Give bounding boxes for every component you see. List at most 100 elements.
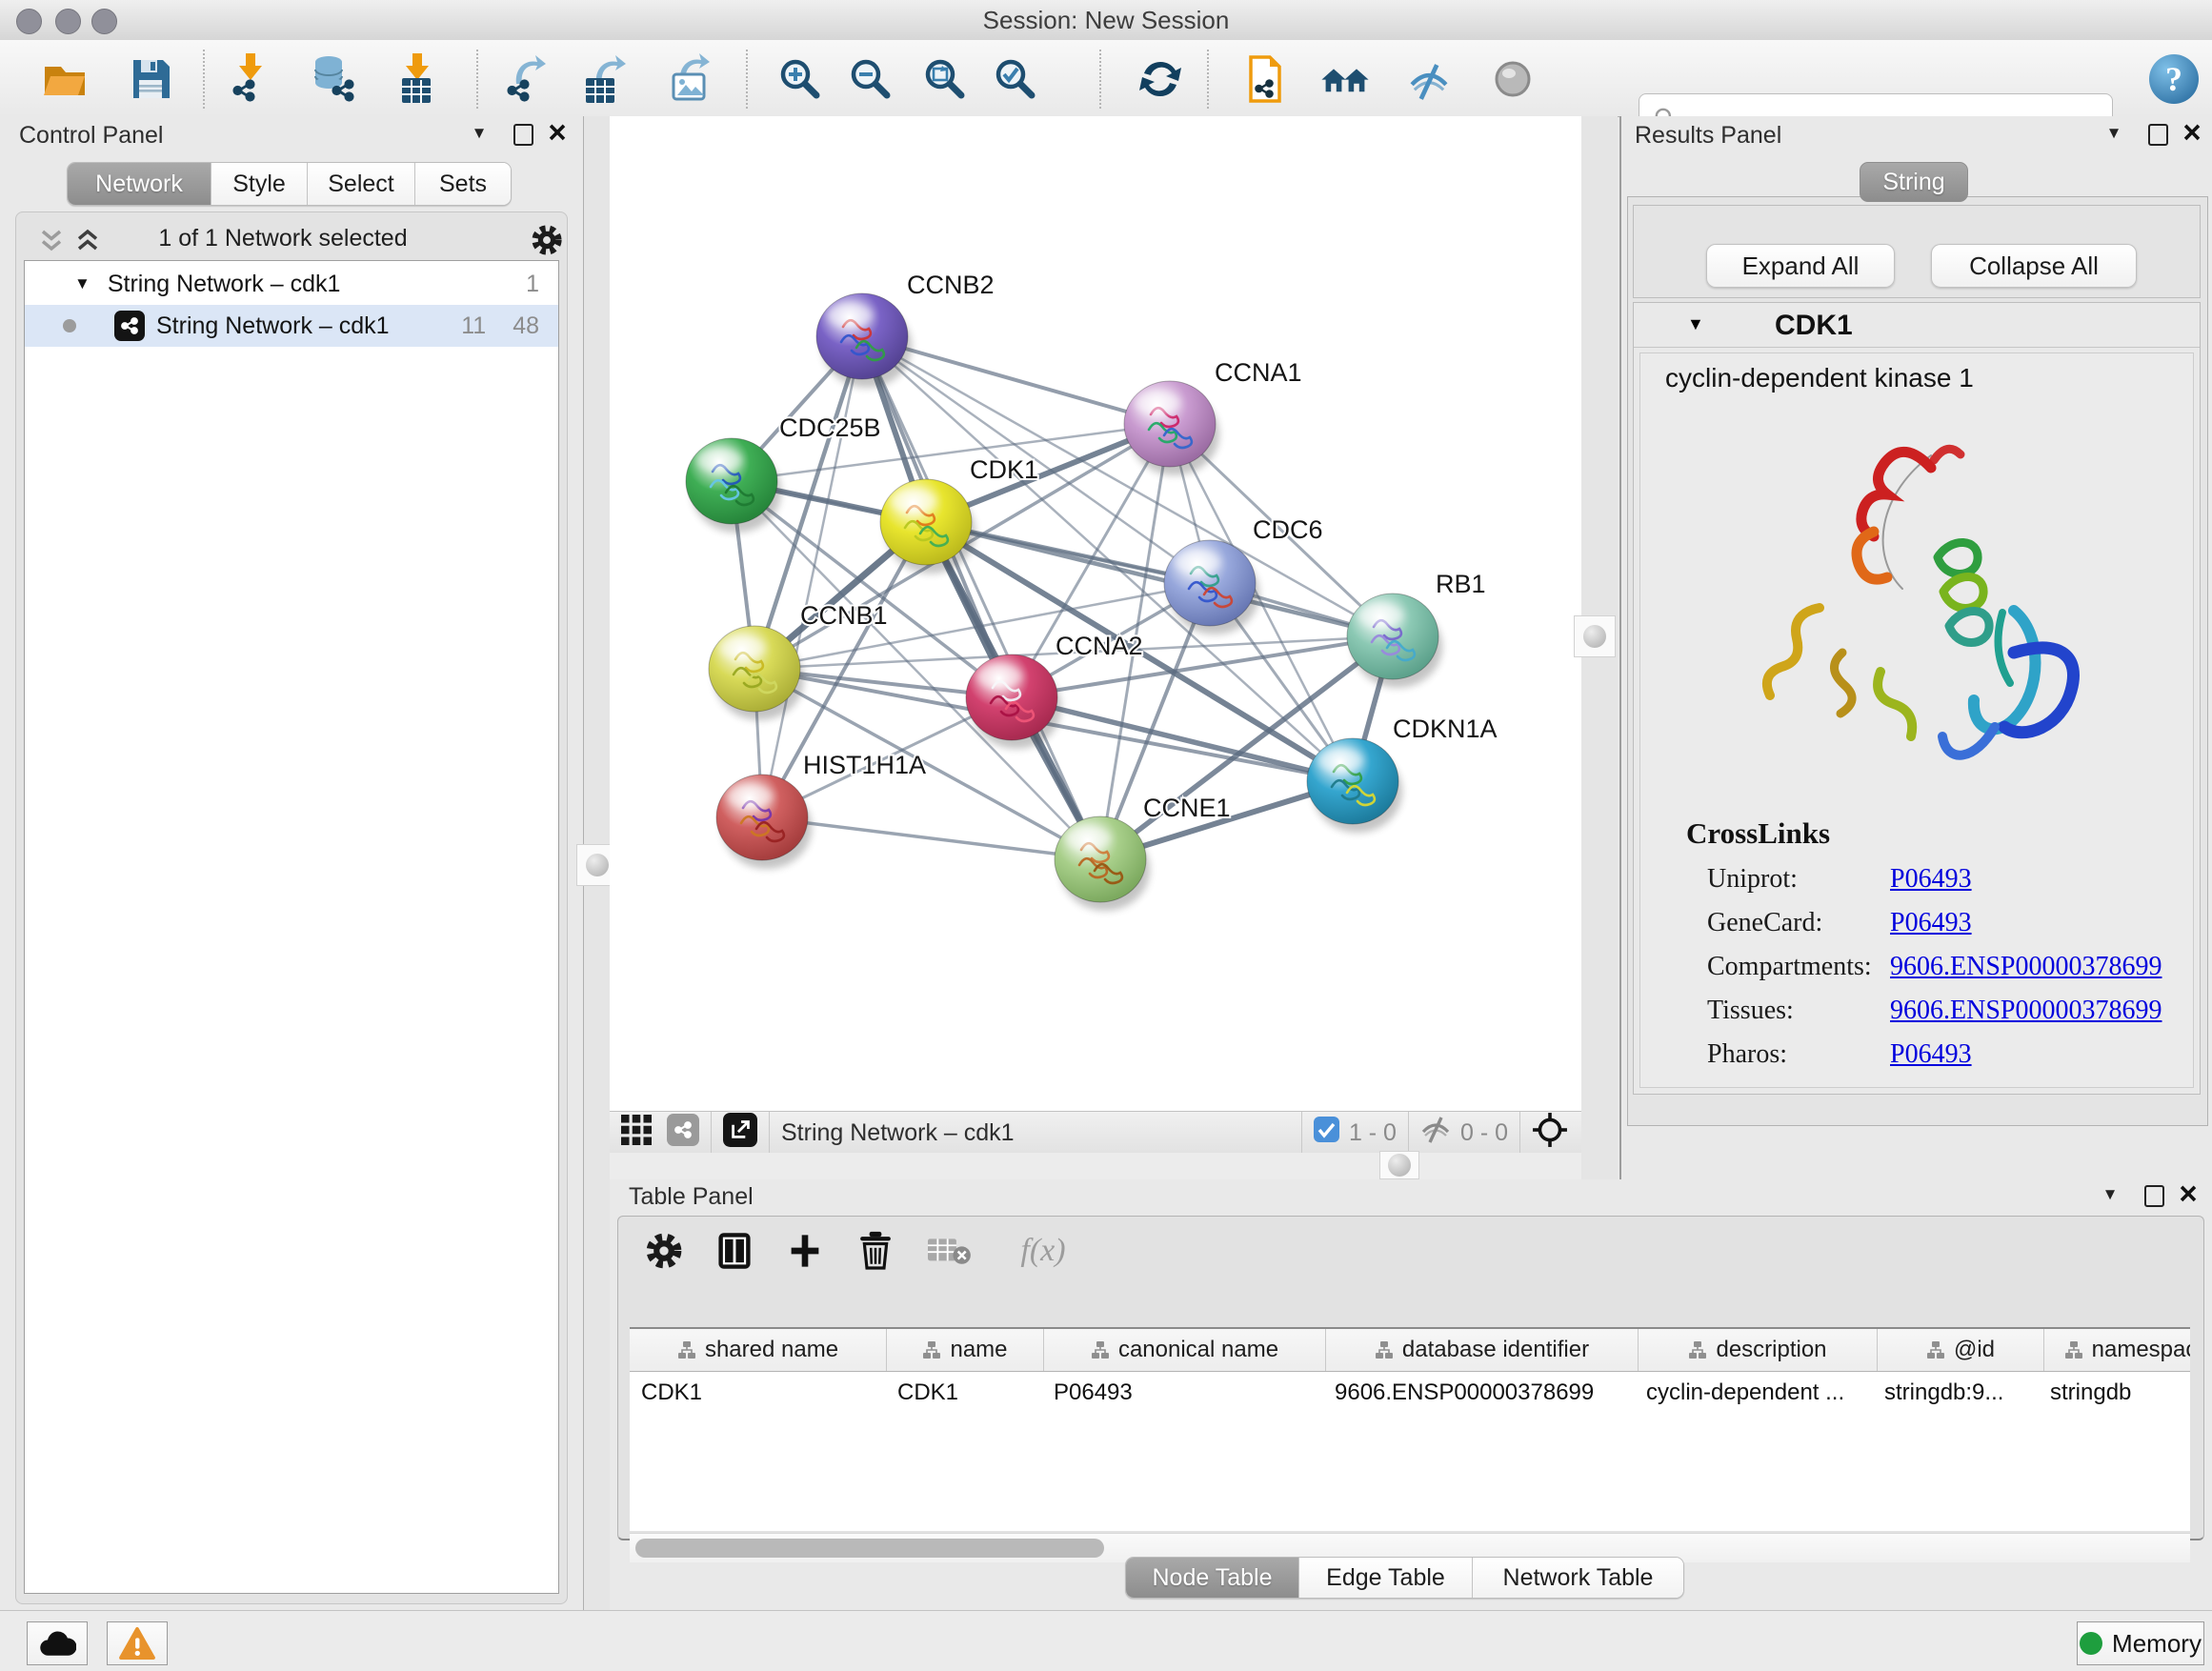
network-collection-row[interactable]: ▼ String Network – cdk1 1 — [25, 263, 558, 305]
home-button[interactable] — [1318, 52, 1372, 106]
network-canvas[interactable]: CCNB2CCNA1CDC25BCDK1CDC6RB1CCNB1CCNA2CDK… — [610, 116, 1581, 1111]
network-row-selected[interactable]: String Network – cdk1 11 48 — [25, 305, 558, 347]
table-row[interactable]: CDK1CDK1P064939606.ENSP00000378699cyclin… — [630, 1372, 2190, 1414]
table-panel-close-button[interactable]: × — [2172, 1181, 2204, 1210]
results-panel-menu-button[interactable]: ▼ — [2098, 124, 2130, 152]
results-panel-float-button[interactable] — [2142, 124, 2174, 152]
refresh-button[interactable] — [1134, 52, 1187, 106]
export-image-button[interactable] — [661, 52, 714, 106]
table-panel-menu-button[interactable]: ▼ — [2094, 1185, 2126, 1214]
memory-label: Memory — [2112, 1629, 2202, 1659]
tab-node-table[interactable]: Node Table — [1126, 1558, 1299, 1598]
network-table-splitter[interactable] — [610, 1153, 1581, 1181]
import-table-button[interactable] — [391, 52, 444, 106]
warnings-button[interactable] — [107, 1621, 168, 1665]
scrollbar-thumb[interactable] — [635, 1539, 1104, 1558]
import-network-from-database-button[interactable] — [307, 52, 360, 106]
column-header-shared-name[interactable]: shared name — [630, 1329, 887, 1371]
crosslink-genecard[interactable]: P06493 — [1890, 908, 1972, 938]
column-header-name[interactable]: name — [887, 1329, 1044, 1371]
import-network-button[interactable] — [223, 52, 276, 106]
table-options-gear-icon[interactable] — [645, 1230, 683, 1272]
crosslink-uniprot[interactable]: P06493 — [1890, 864, 1972, 895]
cell[interactable]: P06493 — [1042, 1372, 1323, 1414]
network-edge-CCNB2-HIST1H1A[interactable] — [762, 336, 862, 817]
tab-select[interactable]: Select — [308, 163, 415, 205]
crosslink-compartments[interactable]: 9606.ENSP00000378699 — [1890, 952, 2162, 982]
save-floppy-icon — [125, 53, 176, 105]
column-header-namespac[interactable]: namespac — [2044, 1329, 2190, 1371]
network-view-toolbar: String Network – cdk1 1 - 0 0 - 0 — [610, 1111, 1581, 1154]
birdseye-crosshair-icon[interactable] — [1532, 1112, 1568, 1155]
crosslink-label: Pharos: — [1707, 1039, 1787, 1070]
share-view-icon[interactable] — [667, 1114, 699, 1153]
tab-string[interactable]: String — [1860, 162, 1968, 202]
help-button[interactable]: ? — [2147, 52, 2201, 106]
show-columns-icon[interactable] — [715, 1230, 754, 1272]
control-panel-menu-button[interactable]: ▼ — [463, 124, 495, 152]
column-type-icon — [1375, 1340, 1394, 1359]
network-edge-HIST1H1A-CCNE1[interactable] — [762, 817, 1100, 859]
column-header-database-identifier[interactable]: database identifier — [1326, 1329, 1639, 1371]
export-network-button[interactable] — [499, 52, 553, 106]
network-node-CDC25B[interactable] — [686, 438, 781, 533]
presentation-button[interactable] — [1486, 52, 1539, 106]
network-edge-CCNB2-CCNE1[interactable] — [862, 336, 1100, 859]
collapse-all-button[interactable]: Collapse All — [1931, 244, 2137, 288]
zoom-fit-button[interactable] — [918, 52, 972, 106]
collapse-all-icon[interactable] — [37, 226, 66, 259]
results-panel-close-button[interactable]: × — [2176, 120, 2208, 149]
crosslink-tissues[interactable]: 9606.ENSP00000378699 — [1890, 996, 2162, 1026]
gene-section-header[interactable]: ▼ CDK1 — [1634, 303, 2200, 348]
tab-network-table[interactable]: Network Table — [1473, 1558, 1683, 1598]
detach-view-icon[interactable] — [723, 1113, 757, 1154]
hidden-eye-slash-icon[interactable] — [1420, 1115, 1451, 1152]
selected-checkbox-icon[interactable] — [1314, 1117, 1339, 1149]
network-node-RB1[interactable] — [1347, 594, 1442, 688]
network-node-CCNA1[interactable] — [1124, 381, 1219, 475]
selected-node-edge-counts: 1 - 0 — [1349, 1119, 1397, 1147]
grid-view-icon[interactable] — [621, 1115, 652, 1152]
tab-edge-table[interactable]: Edge Table — [1299, 1558, 1473, 1598]
cell[interactable]: 9606.ENSP00000378699 — [1323, 1372, 1635, 1414]
network-table-splitter-handle[interactable] — [1379, 1151, 1419, 1179]
cell[interactable]: stringdb:9... — [1873, 1372, 2039, 1414]
column-header-id[interactable]: @id — [1878, 1329, 2044, 1371]
export-table-button[interactable] — [577, 52, 631, 106]
cell[interactable]: stringdb — [2039, 1372, 2190, 1414]
crosslink-pharos[interactable]: P06493 — [1890, 1039, 1972, 1070]
delete-column-icon[interactable] — [856, 1230, 895, 1272]
network-options-gear-icon[interactable] — [531, 224, 563, 261]
zoom-in-button[interactable] — [774, 52, 827, 106]
tab-style[interactable]: Style — [211, 163, 308, 205]
cell[interactable]: cyclin-dependent ... — [1635, 1372, 1873, 1414]
crosslinks-title: CrossLinks — [1686, 816, 1830, 851]
hide-glasses-button[interactable] — [1402, 52, 1456, 106]
add-column-icon[interactable] — [786, 1230, 824, 1272]
section-collapse-icon[interactable]: ▼ — [1687, 314, 1704, 334]
memory-button[interactable]: Memory — [2077, 1621, 2204, 1665]
zoom-selected-button[interactable] — [989, 52, 1042, 106]
cell[interactable]: CDK1 — [630, 1372, 886, 1414]
column-header-canonical-name[interactable]: canonical name — [1044, 1329, 1326, 1371]
control-panel-float-button[interactable] — [507, 124, 539, 152]
column-header-description[interactable]: description — [1639, 1329, 1878, 1371]
tab-network[interactable]: Network — [68, 163, 211, 205]
network-node-CDK1[interactable] — [880, 479, 975, 574]
cloud-button[interactable] — [27, 1621, 88, 1665]
open-session-button[interactable] — [38, 52, 91, 106]
control-panel-close-button[interactable]: × — [541, 120, 573, 149]
network-node-CDC6[interactable] — [1164, 540, 1259, 634]
expand-all-button[interactable]: Expand All — [1706, 244, 1895, 288]
function-builder-icon: f(x) — [1005, 1230, 1081, 1272]
right-splitter-handle[interactable] — [1574, 615, 1616, 657]
table-panel-float-button[interactable] — [2138, 1185, 2170, 1214]
network-node-CDKN1A[interactable] — [1307, 738, 1402, 833]
network-node-HIST1H1A[interactable] — [716, 775, 812, 869]
zoom-out-button[interactable] — [844, 52, 897, 106]
save-session-button[interactable] — [124, 52, 177, 106]
collection-expand-icon[interactable]: ▼ — [74, 274, 90, 293]
cell[interactable]: CDK1 — [886, 1372, 1042, 1414]
network-from-file-button[interactable] — [1237, 52, 1290, 106]
tab-sets[interactable]: Sets — [415, 163, 511, 205]
